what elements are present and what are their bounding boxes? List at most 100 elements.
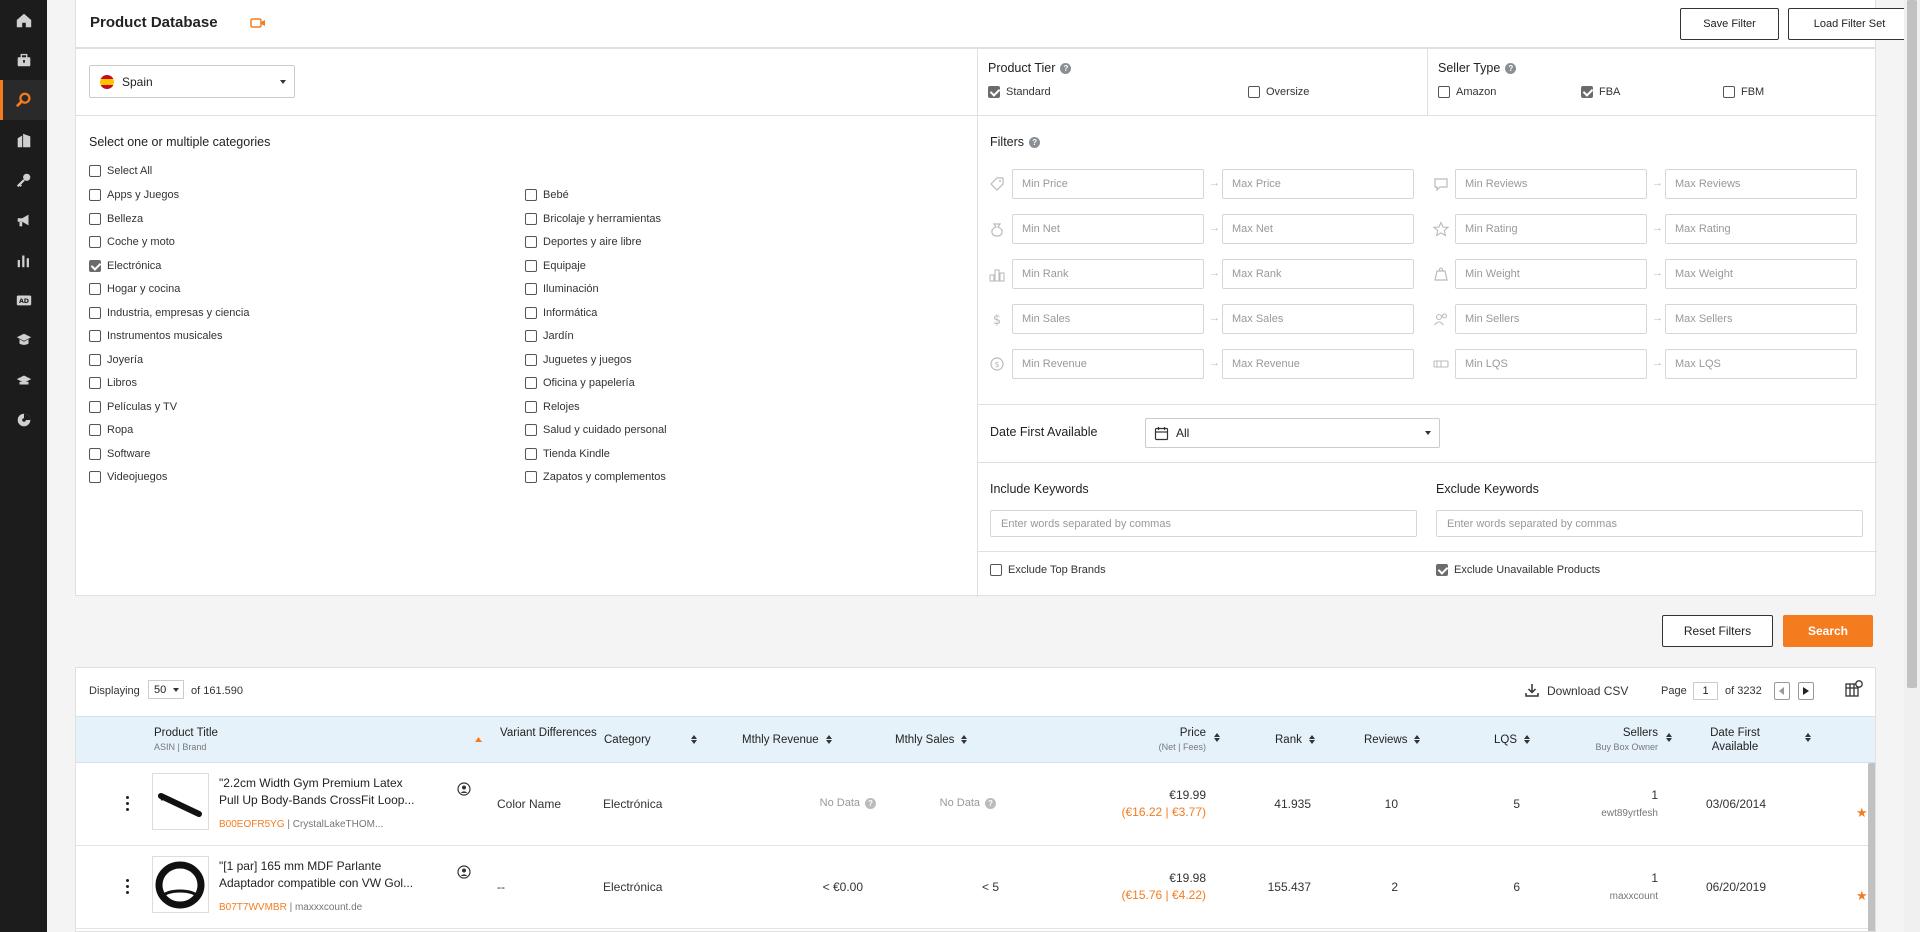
page-scrollbar[interactable] <box>1904 0 1920 932</box>
asin-link[interactable]: B00EOFR5YG <box>219 819 285 830</box>
category-option[interactable]: Juguetes y juegos <box>525 353 632 366</box>
prev-page-button[interactable] <box>1774 682 1790 700</box>
product-title[interactable]: "2.2cm Width Gym Premium Latex Pull Up Bo… <box>219 775 444 809</box>
seller-fbm[interactable]: FBM <box>1723 86 1764 98</box>
category-option[interactable]: Belleza <box>89 212 143 225</box>
checkbox[interactable] <box>525 330 537 342</box>
product-title[interactable]: "[1 par] 165 mm MDF Parlante Adaptador co… <box>219 858 444 892</box>
category-option[interactable]: Equipaje <box>525 259 586 272</box>
help-icon[interactable]: ? <box>985 797 996 809</box>
checkbox[interactable] <box>525 447 537 460</box>
load-filter-set-button[interactable]: Load Filter Set <box>1788 8 1911 40</box>
include-keywords-input[interactable]: Enter words separated by commas <box>990 510 1417 537</box>
checkbox[interactable] <box>89 447 101 460</box>
nav-university[interactable] <box>0 360 47 400</box>
product-thumbnail[interactable] <box>152 856 209 913</box>
nav-keywords[interactable] <box>0 160 47 200</box>
filter-max-input[interactable]: Max LQS <box>1665 349 1857 379</box>
column-settings-icon[interactable] <box>1844 679 1864 699</box>
category-option[interactable]: Salud y cuidado personal <box>525 424 667 436</box>
filter-max-input[interactable]: Max Reviews <box>1665 169 1857 199</box>
checkbox[interactable] <box>89 330 101 342</box>
scrollbar-thumb[interactable] <box>1907 0 1917 688</box>
col-rank[interactable]: Rank <box>1275 733 1315 747</box>
product-thumbnail[interactable] <box>152 773 209 830</box>
tier-oversize[interactable]: Oversize <box>1248 86 1309 98</box>
tier-standard[interactable]: Standard <box>988 86 1051 98</box>
checkbox[interactable] <box>1723 86 1735 98</box>
filter-min-input[interactable]: Min Rank <box>1012 259 1204 289</box>
category-option[interactable]: Bebé <box>525 189 569 201</box>
checkbox[interactable] <box>1436 564 1448 576</box>
filter-min-input[interactable]: Min Sales <box>1012 304 1204 334</box>
download-icon[interactable] <box>1524 682 1540 698</box>
download-csv-button[interactable]: Download CSV <box>1547 684 1628 698</box>
col-date-first-available[interactable]: Date First Available <box>1692 726 1778 754</box>
nav-product-database[interactable] <box>0 80 47 120</box>
help-icon[interactable]: ? <box>1060 63 1072 75</box>
nav-briefcase[interactable] <box>0 40 47 80</box>
nav-extension[interactable] <box>0 400 47 440</box>
sort-icon[interactable] <box>1524 735 1530 744</box>
category-option[interactable]: Apps y Juegos <box>89 189 179 201</box>
filter-min-input[interactable]: Min Rating <box>1455 214 1647 244</box>
filter-max-input[interactable]: Max Revenue <box>1222 349 1414 379</box>
category-select-all[interactable]: Select All <box>89 165 152 177</box>
checkbox[interactable] <box>1438 86 1450 98</box>
video-camera-icon[interactable] <box>250 17 266 29</box>
checkbox[interactable] <box>990 564 1002 576</box>
checkbox[interactable] <box>525 471 537 483</box>
per-page-select[interactable]: 50 <box>148 680 184 699</box>
checkbox[interactable] <box>525 306 537 319</box>
filter-min-input[interactable]: Min Price <box>1012 169 1204 199</box>
category-option[interactable]: Software <box>89 447 150 460</box>
col-reviews[interactable]: Reviews <box>1364 733 1420 747</box>
col-price[interactable]: Price (Net | Fees) <box>1086 726 1206 754</box>
checkbox[interactable] <box>89 471 101 483</box>
checkbox[interactable] <box>525 353 537 366</box>
seller-badge-icon[interactable] <box>457 782 471 796</box>
checkbox[interactable] <box>89 259 101 272</box>
category-option[interactable]: Jardín <box>525 330 574 342</box>
sort-icon[interactable] <box>1414 735 1420 744</box>
nav-home[interactable] <box>0 0 47 40</box>
filter-min-input[interactable]: Min Reviews <box>1455 169 1647 199</box>
checkbox[interactable] <box>89 306 101 319</box>
seller-fba[interactable]: FBA <box>1581 86 1620 98</box>
nav-buildings[interactable] <box>0 120 47 160</box>
category-option[interactable]: Industria, empresas y ciencia <box>89 306 249 319</box>
col-mthly-sales[interactable]: Mthly Sales <box>895 733 967 747</box>
sort-asc-icon[interactable] <box>475 737 482 742</box>
checkbox[interactable] <box>1581 86 1593 98</box>
search-button[interactable]: Search <box>1783 615 1873 647</box>
filter-max-input[interactable]: Max Rating <box>1665 214 1857 244</box>
row-menu-icon[interactable] <box>126 796 129 812</box>
checkbox[interactable] <box>525 212 537 225</box>
filter-min-input[interactable]: Min Weight <box>1455 259 1647 289</box>
checkbox[interactable] <box>89 353 101 366</box>
category-option[interactable]: Oficina y papelería <box>525 377 635 389</box>
exclude-unavailable-products[interactable]: Exclude Unavailable Products <box>1436 564 1600 576</box>
sort-icon[interactable] <box>1309 735 1315 744</box>
sort-icon[interactable] <box>961 735 967 744</box>
category-option[interactable]: Instrumentos musicales <box>89 330 223 342</box>
category-option[interactable]: Tienda Kindle <box>525 447 610 460</box>
sort-icon[interactable] <box>1214 733 1220 742</box>
col-category[interactable]: Category <box>604 733 697 747</box>
asin-link[interactable]: B07T7WVMBR <box>219 902 287 913</box>
table-row[interactable]: "[1 par] 165 mm MDF Parlante Adaptador co… <box>76 846 1875 929</box>
category-option[interactable]: Coche y moto <box>89 236 175 248</box>
checkbox[interactable] <box>89 189 101 201</box>
save-filter-button[interactable]: Save Filter <box>1680 8 1779 40</box>
nav-analytics[interactable] <box>0 240 47 280</box>
category-option[interactable]: Videojuegos <box>89 471 167 483</box>
filter-min-input[interactable]: Min Net <box>1012 214 1204 244</box>
nav-academy[interactable] <box>0 320 47 360</box>
exclude-keywords-input[interactable]: Enter words separated by commas <box>1436 510 1863 537</box>
checkbox[interactable] <box>89 400 101 413</box>
filter-max-input[interactable]: Max Net <box>1222 214 1414 244</box>
sort-icon[interactable] <box>1666 733 1672 742</box>
checkbox[interactable] <box>1248 86 1260 98</box>
reset-filters-button[interactable]: Reset Filters <box>1662 615 1773 647</box>
category-option[interactable]: Zapatos y complementos <box>525 471 666 483</box>
